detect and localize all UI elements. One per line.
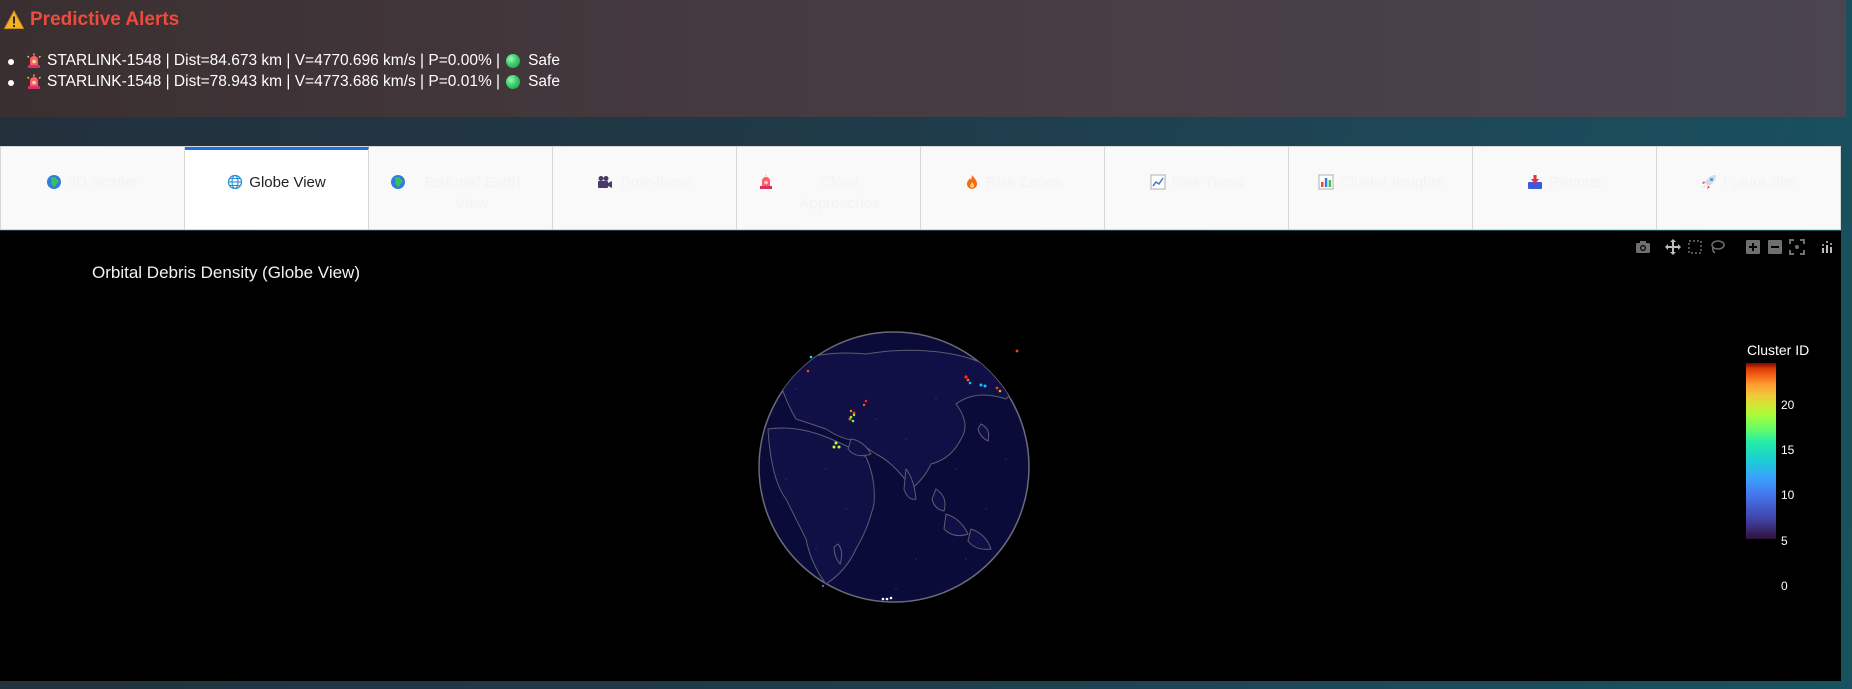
colorbar-tick: 5	[1781, 534, 1788, 548]
tab-risk-zones[interactable]: Risk Zones	[921, 147, 1105, 229]
plot-area[interactable]: Orbital Debris Density (Globe View) Clus…	[0, 231, 1841, 681]
alert-status: Safe	[528, 51, 560, 69]
tab-label: Textured Earth View	[422, 174, 521, 212]
alerts-title: Predictive Alerts	[30, 9, 180, 30]
plot-modebar	[1635, 239, 1835, 255]
alert-list: STARLINK-1548 | Dist=84.673 km | V=4770.…	[8, 50, 560, 92]
tab-label: Risk Trend	[1171, 174, 1244, 191]
colorbar	[1746, 363, 1776, 539]
plotly-logo-icon[interactable]	[1819, 239, 1835, 255]
tab-time-lapse[interactable]: Time-lapse	[553, 147, 737, 229]
globe-icon	[47, 175, 62, 189]
siren-icon	[759, 174, 772, 189]
chart-line-icon	[1150, 174, 1166, 190]
rocket-icon	[1701, 175, 1716, 189]
bar-chart-icon	[1318, 174, 1334, 190]
inbox-download-icon	[1528, 175, 1543, 189]
tab-label: Reports	[1549, 174, 1602, 191]
siren-icon	[27, 53, 41, 68]
plot-title: Orbital Debris Density (Globe View)	[92, 263, 360, 282]
tab-cluster-insights[interactable]: Cluster Insights	[1289, 147, 1473, 229]
tab-3d-scatter[interactable]: 3D Scatter	[1, 147, 185, 229]
pan-icon[interactable]	[1665, 239, 1681, 255]
tab-label: Globe View	[249, 174, 326, 191]
tab-label: Cluster Insights	[1339, 174, 1444, 191]
colorbar-tick: 10	[1781, 488, 1795, 502]
tab-label: Close Approaches	[799, 174, 880, 212]
camera-download-icon[interactable]	[1635, 239, 1651, 255]
tab-label: Future Sim	[1722, 174, 1797, 191]
lasso-select-icon[interactable]	[1709, 239, 1725, 255]
alert-item: STARLINK-1548 | Dist=84.673 km | V=4770.…	[8, 50, 560, 71]
globe-icon	[390, 175, 405, 189]
colorbar-tick: 0	[1781, 579, 1788, 593]
tab-bar: 3D Scatter Globe View Textured Earth Vie…	[0, 146, 1841, 230]
camera-icon	[597, 176, 612, 188]
status-dot-icon	[506, 53, 521, 68]
siren-icon	[27, 74, 41, 89]
zoom-in-icon[interactable]	[1745, 239, 1761, 255]
box-select-icon[interactable]	[1687, 239, 1703, 255]
tab-globe-view[interactable]: Globe View	[185, 147, 369, 229]
alerts-header: Predictive Alerts	[4, 8, 179, 32]
alert-text: STARLINK-1548 | Dist=78.943 km | V=4773.…	[47, 72, 501, 90]
tab-future-sim[interactable]: Future Sim	[1657, 147, 1840, 229]
tab-label: Risk Zones	[985, 174, 1062, 191]
tab-textured-earth-view[interactable]: Textured Earth View	[369, 147, 553, 229]
alert-status: Safe	[528, 72, 560, 90]
status-dot-icon	[506, 74, 521, 89]
fire-icon	[966, 175, 977, 189]
tab-close-approaches[interactable]: Close Approaches	[737, 147, 921, 229]
alert-item: STARLINK-1548 | Dist=78.943 km | V=4773.…	[8, 71, 560, 92]
alert-text: STARLINK-1548 | Dist=84.673 km | V=4770.…	[47, 51, 501, 69]
tab-label: 3D Scatter	[68, 174, 139, 191]
tab-label: Time-lapse	[618, 174, 693, 191]
globe-map[interactable]	[756, 329, 1032, 605]
warning-icon	[4, 10, 24, 29]
globe-grid-icon	[228, 174, 243, 190]
zoom-out-icon[interactable]	[1767, 239, 1783, 255]
tab-risk-trend[interactable]: Risk Trend	[1105, 147, 1289, 229]
colorbar-tick: 15	[1781, 443, 1795, 457]
tab-reports[interactable]: Reports	[1473, 147, 1657, 229]
reset-view-icon[interactable]	[1789, 239, 1805, 255]
alerts-panel: Predictive Alerts STARLINK-1548 | Dist=8…	[0, 0, 1846, 117]
colorbar-tick: 20	[1781, 398, 1795, 412]
colorbar-title: Cluster ID	[1747, 342, 1810, 358]
